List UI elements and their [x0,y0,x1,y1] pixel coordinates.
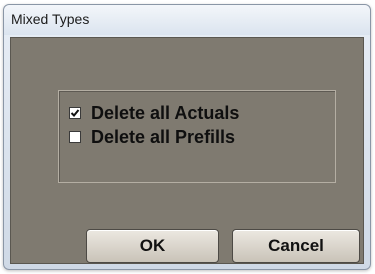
ok-button[interactable]: OK [86,229,219,263]
window-title: Mixed Types [11,11,90,27]
delete-actuals-option[interactable]: Delete all Actuals [69,102,239,124]
delete-actuals-label: Delete all Actuals [91,102,240,123]
delete-prefills-checkbox[interactable] [69,131,81,143]
delete-actuals-checkbox[interactable] [69,107,81,119]
delete-prefills-option[interactable]: Delete all Prefills [69,126,235,148]
title-bar[interactable]: Mixed Types [4,5,370,35]
dialog-body: Delete all Actuals Delete all Prefills O… [10,37,364,264]
dialog-window: Mixed Types Delete all Actuals Delete al… [3,4,371,270]
cancel-button[interactable]: Cancel [232,229,360,263]
options-group: Delete all Actuals Delete all Prefills [58,90,336,183]
delete-prefills-label: Delete all Prefills [91,126,236,147]
checkmark-icon [70,109,80,117]
